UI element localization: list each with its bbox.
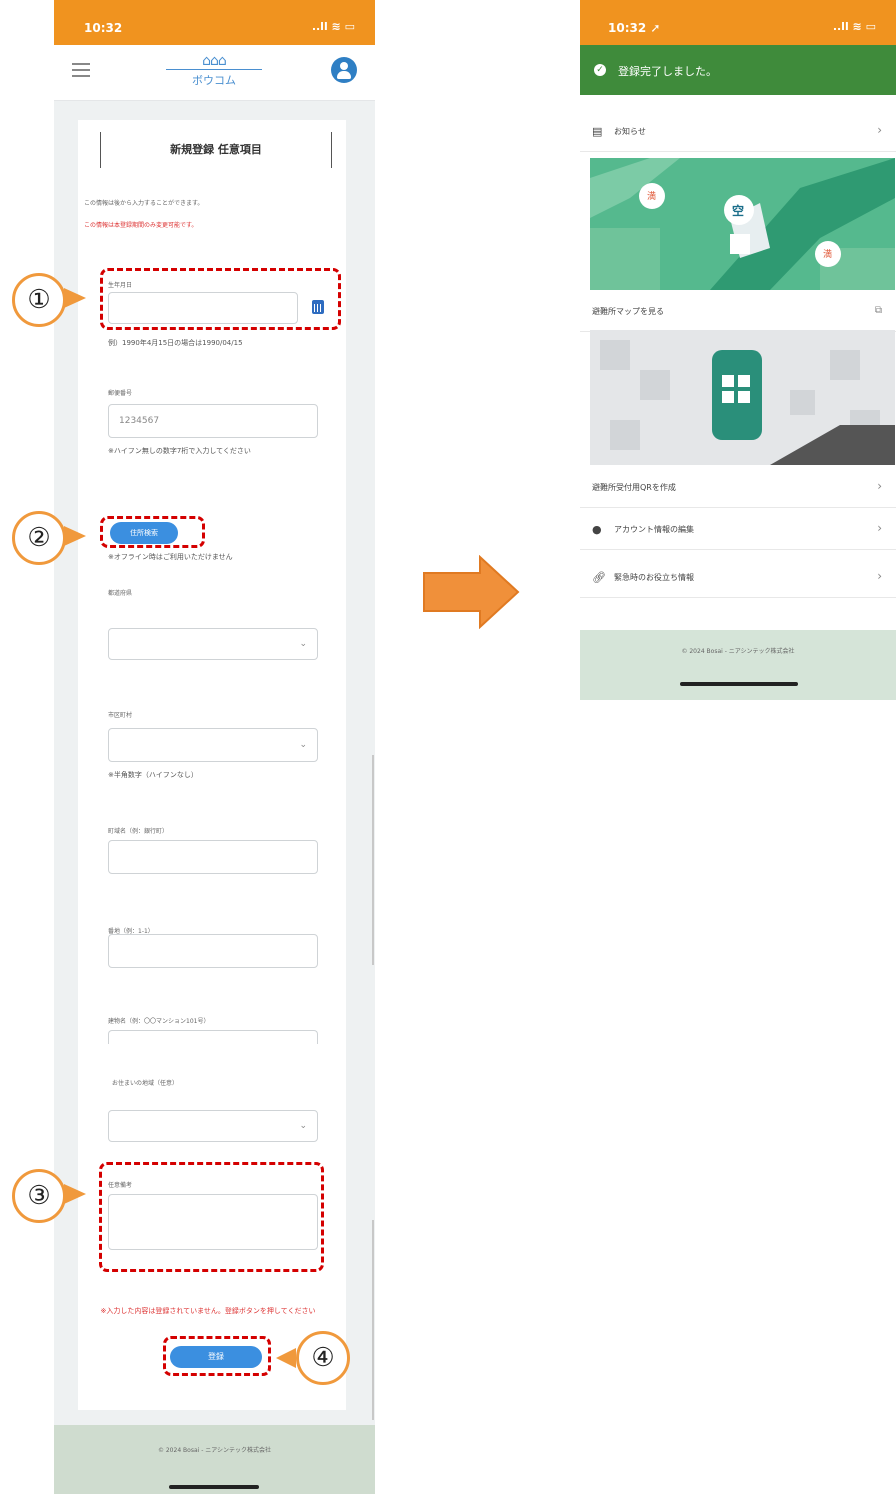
- city-select[interactable]: ⌄: [108, 728, 318, 762]
- district-label: お住まいの地域（任意）: [112, 1080, 179, 1087]
- footer-copyright: © 2024 Bosai - ニアシンテック株式会社: [157, 1447, 272, 1454]
- scrollbar[interactable]: [372, 755, 374, 965]
- annotation-box-4: [163, 1336, 271, 1376]
- block-input[interactable]: [108, 934, 318, 968]
- building-label: 建物名（例：〇〇マンション101号）: [108, 1018, 210, 1025]
- home-indicator: [169, 1485, 259, 1489]
- prefecture-label: 都道府県: [108, 590, 133, 597]
- menu-item-account[interactable]: ● アカウント情報の編集 ›: [580, 510, 896, 550]
- completion-screen: 10:32 ➚ ..ll ≋ ▭ ✓ 登録完了しました。 ▤ お知らせ › 満 …: [580, 0, 896, 700]
- annotation-box-2: [100, 516, 205, 548]
- callout-tail-1: [64, 288, 86, 308]
- postal-code-hint: ※ハイフン無しの数字7桁で入力してください: [108, 447, 251, 455]
- link-icon: 🔗︎: [592, 571, 606, 584]
- logo-text: ボウコム: [192, 74, 236, 87]
- footer: © 2024 Bosai - ニアシンテック株式会社: [54, 1425, 375, 1494]
- map-badge-full: 満: [823, 250, 833, 260]
- status-time: 10:32: [84, 21, 123, 35]
- annotation-box-1: [100, 268, 341, 330]
- callout-tail-4: [276, 1348, 296, 1368]
- map-badge-vacant: 空: [732, 204, 745, 218]
- account-icon: ●: [592, 523, 602, 536]
- status-bar: 10:32 ..ll ≋ ▭: [54, 0, 375, 45]
- external-link-icon: ⧉: [874, 305, 882, 316]
- home-indicator: [680, 682, 798, 686]
- logo-house-icon: ⌂⌂⌂: [202, 53, 227, 69]
- success-banner: ✓ 登録完了しました。: [580, 45, 896, 95]
- birthday-hint: 例）1990年4月15日の場合は1990/04/15: [108, 339, 243, 347]
- prefecture-select[interactable]: ⌄: [108, 628, 318, 660]
- news-icon: ▤: [592, 125, 603, 138]
- success-message: 登録完了しました。: [618, 65, 717, 78]
- chevron-right-icon: ›: [877, 569, 882, 583]
- evacuation-map-image[interactable]: 満 空 満: [590, 158, 895, 290]
- menu-item-qr[interactable]: 避難所受付用QRを作成 ›: [580, 468, 896, 508]
- chevron-down-icon: ⌄: [299, 639, 307, 649]
- town-input[interactable]: [108, 840, 318, 874]
- footer-copyright: © 2024 Bosai - ニアシンテック株式会社: [681, 648, 795, 655]
- callout-tail-3: [64, 1184, 86, 1204]
- footer: © 2024 Bosai - ニアシンテック株式会社: [580, 630, 896, 700]
- postal-code-input[interactable]: 1234567: [108, 404, 318, 438]
- status-time: 10:32 ➚: [608, 21, 661, 35]
- city-hint: ※半角数字（ハイフンなし）: [108, 771, 198, 779]
- app-logo[interactable]: ⌂⌂⌂ ボウコム: [164, 53, 264, 93]
- transition-arrow-icon: [423, 555, 520, 629]
- status-system-icons: ..ll ≋ ▭: [311, 20, 355, 33]
- menu-item-label: お知らせ: [614, 127, 646, 136]
- warning-note: この情報は本登録期間のみ変更可能です。: [84, 222, 198, 229]
- menu-item-label: 緊急時のお役立ち情報: [614, 573, 694, 582]
- check-circle-icon: ✓: [594, 64, 606, 76]
- district-select[interactable]: ⌄: [108, 1110, 318, 1142]
- annotation-box-3: [99, 1162, 324, 1272]
- chevron-down-icon: ⌄: [299, 740, 307, 750]
- menu-item-emergency-info[interactable]: 🔗︎ 緊急時のお役立ち情報 ›: [580, 558, 896, 598]
- chevron-down-icon: ⌄: [299, 1121, 307, 1131]
- annotation-number-3: ③: [12, 1169, 66, 1223]
- menu-item-map[interactable]: 避難所マップを見る ⧉: [580, 292, 896, 332]
- chevron-right-icon: ›: [877, 479, 882, 493]
- qr-promo-image[interactable]: [590, 330, 895, 465]
- building-input[interactable]: [108, 1030, 318, 1044]
- address-search-hint: ※オフライン時はご利用いただけません: [108, 553, 233, 561]
- chevron-right-icon: ›: [877, 123, 882, 137]
- postal-code-label: 郵便番号: [108, 390, 133, 397]
- callout-tail-2: [64, 526, 86, 546]
- annotation-number-2: ②: [12, 511, 66, 565]
- city-label: 市区町村: [108, 712, 133, 719]
- menu-item-news[interactable]: ▤ お知らせ ›: [580, 112, 896, 152]
- hamburger-icon[interactable]: [72, 63, 90, 77]
- scrollbar[interactable]: [372, 1220, 374, 1420]
- unsaved-warning: ※入力した内容は登録されていません。登録ボタンを押してください: [100, 1307, 316, 1315]
- menu-item-label: アカウント情報の編集: [614, 525, 694, 534]
- status-system-icons: ..ll ≋ ▭: [832, 20, 876, 33]
- status-bar: 10:32 ➚ ..ll ≋ ▭: [580, 0, 896, 45]
- town-label: 町域名（例：銀行町）: [108, 828, 169, 835]
- annotation-number-1: ①: [12, 273, 66, 327]
- app-bar: ⌂⌂⌂ ボウコム: [54, 45, 375, 101]
- annotation-number-4: ④: [296, 1331, 350, 1385]
- intro-note: この情報は後から入力することができます。: [84, 200, 204, 207]
- menu-item-label: 避難所受付用QRを作成: [592, 483, 676, 492]
- menu-item-label: 避難所マップを見る: [592, 307, 664, 316]
- map-badge-full: 満: [647, 192, 657, 202]
- account-icon[interactable]: [331, 57, 357, 83]
- chevron-right-icon: ›: [877, 521, 882, 535]
- page-title: 新規登録 任意項目: [100, 132, 332, 168]
